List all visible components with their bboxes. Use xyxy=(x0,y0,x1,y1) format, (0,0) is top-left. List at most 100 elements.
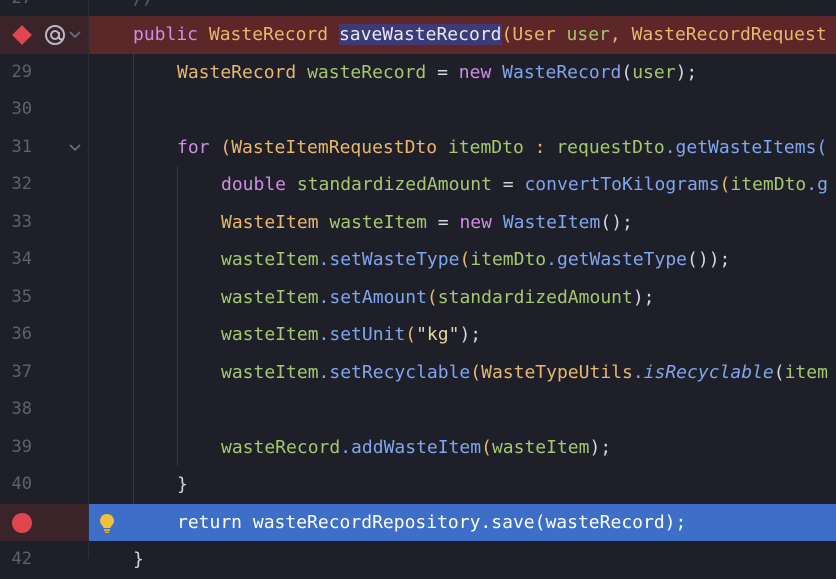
class-name: WasteTypeUtils xyxy=(481,361,633,383)
variable: standardizedAmount xyxy=(437,286,633,308)
variable: wasteItem xyxy=(329,211,427,233)
code-comment: // ··········· xyxy=(133,0,285,18)
constructor: WasteItem xyxy=(502,211,601,233)
paren: ( xyxy=(426,286,438,308)
line-number: 34 xyxy=(11,249,32,269)
method-call: .getWasteItems( xyxy=(664,136,828,158)
dot: . xyxy=(632,361,644,383)
keyword: new xyxy=(459,211,492,233)
keyword: for xyxy=(177,136,210,158)
code-line-30: 30 xyxy=(0,91,836,129)
line-number: 29 xyxy=(11,61,32,82)
closing-brace: } xyxy=(133,549,144,570)
paren: ); xyxy=(632,286,655,308)
variable: wasteItem xyxy=(491,436,590,458)
return-statement: return wasteRecordRepository.save(wasteR… xyxy=(177,511,687,533)
variable: itemDto xyxy=(447,136,524,158)
method-signature: public WasteRecord saveWasteRecord(User … xyxy=(133,16,827,54)
code-line-31: 31 for (WasteItemRequestDto itemDto : re… xyxy=(0,129,836,167)
type: WasteRecord xyxy=(177,61,297,83)
fold-chevron-icon[interactable] xyxy=(68,142,82,154)
code-text: wasteItem.setRecyclable(WasteTypeUtils.i… xyxy=(221,354,828,392)
keyword-public: public xyxy=(133,24,199,45)
paren: ( xyxy=(481,436,492,458)
method-call: .g xyxy=(806,174,828,195)
code-text: wasteItem.setUnit("kg"); xyxy=(221,316,481,354)
param-type: WasteRecordRequest xyxy=(631,24,827,45)
variable: wasteItem xyxy=(221,286,319,308)
colon: : xyxy=(523,136,557,158)
breakpoint-diamond-icon[interactable] xyxy=(11,24,33,46)
paren: ); xyxy=(459,324,482,345)
variable: item xyxy=(784,361,828,383)
comma: , xyxy=(609,24,621,45)
line-number: 39 xyxy=(11,436,32,457)
operator: = xyxy=(426,211,460,233)
code-line-27: 27 // ··········· xyxy=(0,0,836,18)
code-line-38: 38 xyxy=(0,391,836,429)
variable: requestDto xyxy=(556,136,665,158)
operator: = xyxy=(426,61,459,83)
code-text: wasteItem.setWasteType(itemDto.getWasteT… xyxy=(221,241,730,279)
code-text: WasteRecord wasteRecord = new WasteRecor… xyxy=(177,54,697,92)
paren: ( xyxy=(621,61,633,83)
closing-brace: } xyxy=(177,474,188,495)
method-name[interactable]: saveWasteRecord xyxy=(338,24,502,45)
variable: wasteItem xyxy=(221,249,319,270)
line-number: 42 xyxy=(11,549,32,569)
return-type: WasteRecord xyxy=(208,24,329,45)
code-line-35: 35 wasteItem.setAmount(standardizedAmoun… xyxy=(0,279,836,317)
code-line-32: 32 double standardizedAmount = convertTo… xyxy=(0,166,836,204)
variable: wasteRecord xyxy=(221,436,341,458)
type: WasteItem xyxy=(221,211,319,233)
override-at-icon[interactable] xyxy=(43,23,67,47)
breakpoint-dot-icon[interactable] xyxy=(10,511,34,535)
method-call: .setWasteType xyxy=(318,249,460,270)
code-line-41-execution-point[interactable]: return wasteRecordRepository.save(wasteR… xyxy=(0,503,836,541)
paren: ); xyxy=(589,436,612,458)
code-line-28[interactable]: public WasteRecord saveWasteRecord(User … xyxy=(0,16,836,54)
paren: ); xyxy=(675,61,698,83)
code-text: wasteRecord.addWasteItem(wasteItem); xyxy=(221,429,611,467)
code-line-36: 36 wasteItem.setUnit("kg"); xyxy=(0,316,836,354)
variable: wasteItem xyxy=(221,324,319,345)
line-number: 33 xyxy=(11,211,32,232)
method-call: .setAmount xyxy=(318,286,427,308)
fold-chevron-icon[interactable] xyxy=(68,29,82,41)
code-text: wasteItem.setAmount(standardizedAmount); xyxy=(221,279,655,317)
code-text: WasteItem wasteItem = new WasteItem(); xyxy=(221,204,633,242)
variable: user xyxy=(632,61,676,83)
paren: ( xyxy=(459,249,471,270)
indent-guide xyxy=(133,54,134,504)
line-number: 38 xyxy=(11,399,32,419)
method-call: convertToKilograms xyxy=(524,174,720,195)
line-number: 30 xyxy=(11,99,32,119)
variable: wasteItem xyxy=(221,361,319,383)
code-text: for (WasteItemRequestDto itemDto : reque… xyxy=(177,129,827,167)
static-method-call: isRecyclable xyxy=(643,361,774,383)
indent-guide xyxy=(177,166,178,466)
code-line-42: 42 } xyxy=(0,541,836,579)
lightbulb-icon[interactable] xyxy=(97,512,117,534)
type: WasteItemRequestDto xyxy=(231,136,438,158)
string-literal: "kg" xyxy=(416,324,460,345)
paren: ( xyxy=(405,324,417,345)
variable: wasteRecord xyxy=(307,61,427,83)
code-line-39: 39 wasteRecord.addWasteItem(wasteItem); xyxy=(0,429,836,467)
operator: = xyxy=(491,174,525,195)
code-line-29: 29 WasteRecord wasteRecord = new WasteRe… xyxy=(0,54,836,92)
line-number: 35 xyxy=(11,286,32,307)
param-name: user xyxy=(566,24,610,45)
method-call: .getWasteType xyxy=(546,249,688,270)
code-text: double standardizedAmount = convertToKil… xyxy=(221,166,828,204)
method-call: .setUnit xyxy=(318,324,406,345)
method-call: .setRecyclable xyxy=(318,361,471,383)
code-line-37: 37 wasteItem.setRecyclable(WasteTypeUtil… xyxy=(0,354,836,392)
line-number: 36 xyxy=(11,324,32,344)
code-line-40: 40 } xyxy=(0,466,836,504)
code-line-34: 34 wasteItem.setWasteType(itemDto.getWas… xyxy=(0,241,836,279)
variable: itemDto xyxy=(470,249,547,270)
variable: itemDto xyxy=(730,174,807,195)
paren: (); xyxy=(600,211,633,233)
keyword: new xyxy=(458,61,492,83)
